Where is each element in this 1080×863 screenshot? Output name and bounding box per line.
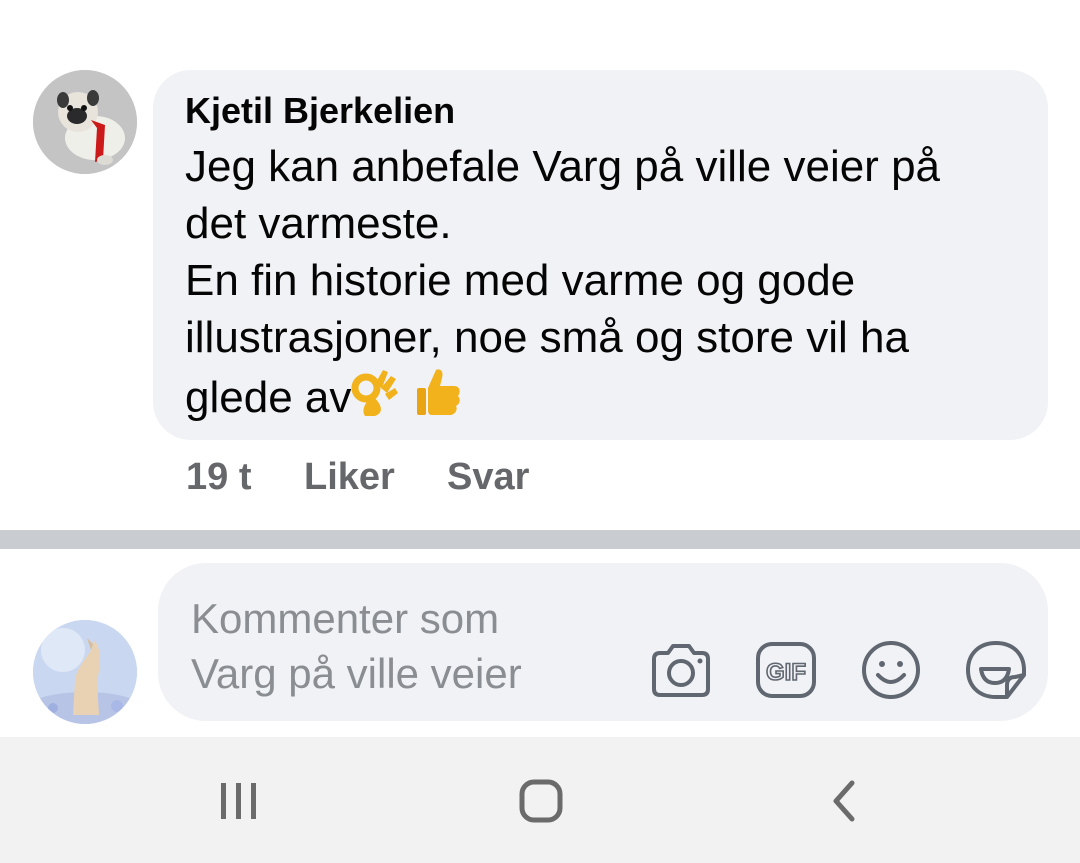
comment-line: Jeg kan anbefale Varg på ville veier på [185,142,941,191]
recents-icon[interactable] [209,775,269,827]
comment-line: En fin historie med varme og gode [185,256,856,305]
comment-line-last: glede av [185,366,1005,432]
home-icon[interactable] [511,775,571,827]
comment-line-text: glede av [185,373,352,422]
wolf-illustration-avatar [33,620,137,724]
reply-button[interactable]: Svar [447,456,529,499]
comment-timestamp: 19 t [186,456,252,498]
sticker-icon[interactable] [963,637,1029,703]
emoji-icon[interactable] [858,637,924,703]
back-icon[interactable] [814,775,874,827]
system-nav-bar [0,737,1080,863]
camera-icon[interactable] [648,637,714,703]
gif-icon[interactable]: GIF [753,637,819,703]
commenter-avatar[interactable] [33,70,137,174]
pug-avatar-image [33,70,137,174]
placeholder-line: Varg på ville veier [191,650,522,697]
user-avatar [33,620,137,724]
comment-line: det varmeste. [185,199,452,248]
comment-author[interactable]: Kjetil Bjerkelien [185,90,455,132]
ok-hand-emoji [351,366,401,432]
placeholder-line: Kommenter som [191,595,500,642]
comment-composer[interactable]: Kommenter som Varg på ville veier GIF [158,563,1048,721]
comment-text: Jeg kan anbefale Varg på ville veier på … [185,138,1005,432]
comment-input[interactable]: Kommenter som Varg på ville veier [191,591,522,701]
thumbs-up-emoji [414,366,462,432]
comment-bubble[interactable]: Kjetil Bjerkelien Jeg kan anbefale Varg … [153,70,1048,440]
like-button[interactable]: Liker [304,456,395,499]
section-divider [0,530,1080,549]
comment-line: illustrasjoner, noe små og store vil ha [185,313,909,362]
svg-text:GIF: GIF [766,659,806,686]
